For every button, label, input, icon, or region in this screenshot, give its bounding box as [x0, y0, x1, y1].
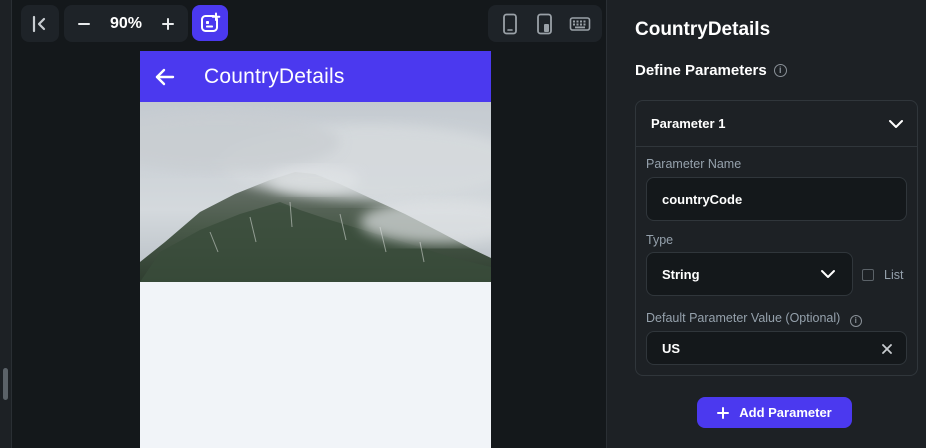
chevron-down-icon — [889, 119, 903, 128]
collapse-left-icon — [32, 15, 46, 32]
list-label: List — [884, 268, 904, 282]
zoom-in-button[interactable] — [156, 12, 180, 36]
parameter-name-label: Parameter Name — [646, 157, 742, 171]
minus-icon — [78, 22, 90, 25]
default-value-label-text: Default Parameter Value (Optional) — [646, 311, 841, 325]
add-widget-icon — [201, 12, 221, 32]
default-value-label: Default Parameter Value (Optional) i — [646, 311, 862, 327]
parameter-name-value: countryCode — [662, 191, 743, 207]
info-icon[interactable]: i — [773, 64, 787, 77]
default-value: US — [662, 340, 681, 356]
plus-icon — [717, 406, 730, 419]
plus-icon — [162, 17, 174, 30]
add-widget-button[interactable] — [192, 5, 228, 41]
arrow-back-icon — [155, 68, 175, 85]
collapse-panel-button[interactable] — [21, 5, 59, 42]
back-button[interactable] — [140, 51, 190, 102]
parameter-header-label: Parameter 1 — [651, 116, 726, 131]
resize-handle[interactable] — [3, 368, 8, 400]
left-edge-strip — [0, 0, 12, 448]
keyboard-icon — [570, 16, 591, 31]
device-selector — [488, 5, 602, 42]
keyboard-toggle-button[interactable] — [567, 10, 593, 38]
close-icon — [882, 344, 892, 354]
define-parameters-heading: Define Parameters i — [635, 62, 787, 79]
parameter-card: Parameter 1 Parameter Name countryCode T… — [635, 100, 918, 376]
phone-device-button[interactable] — [497, 10, 523, 38]
canvas-area: 90% CountryDetails — [12, 0, 606, 448]
info-icon[interactable]: i — [849, 315, 862, 327]
parameter-name-input[interactable]: countryCode — [646, 177, 907, 221]
type-value: String — [662, 266, 700, 282]
add-parameter-button[interactable]: Add Parameter — [697, 397, 852, 428]
properties-panel: CountryDetails Define Parameters i Param… — [606, 0, 926, 448]
parameter-header[interactable]: Parameter 1 — [636, 101, 917, 147]
tablet-device-button[interactable] — [532, 10, 558, 38]
section-title-label: Define Parameters — [635, 62, 767, 79]
phone-preview: CountryDetails — [140, 51, 491, 448]
zoom-control: 90% — [64, 5, 188, 42]
hero-mountain-image — [140, 102, 491, 282]
panel-title: CountryDetails — [635, 19, 771, 40]
app-bar: CountryDetails — [140, 51, 491, 102]
list-checkbox[interactable]: List — [862, 268, 903, 282]
tablet-icon — [537, 13, 552, 34]
zoom-out-button[interactable] — [72, 12, 96, 36]
phone-icon — [502, 13, 517, 34]
default-value-input[interactable]: US — [646, 331, 907, 365]
app-bar-title: CountryDetails — [204, 64, 345, 88]
type-label: Type — [646, 233, 674, 247]
add-parameter-label: Add Parameter — [739, 405, 832, 420]
zoom-level: 90% — [109, 14, 143, 32]
clear-button[interactable] — [878, 340, 896, 358]
chevron-down-icon — [821, 270, 835, 278]
type-dropdown[interactable]: String — [646, 252, 853, 296]
checkbox-box[interactable] — [862, 269, 874, 281]
